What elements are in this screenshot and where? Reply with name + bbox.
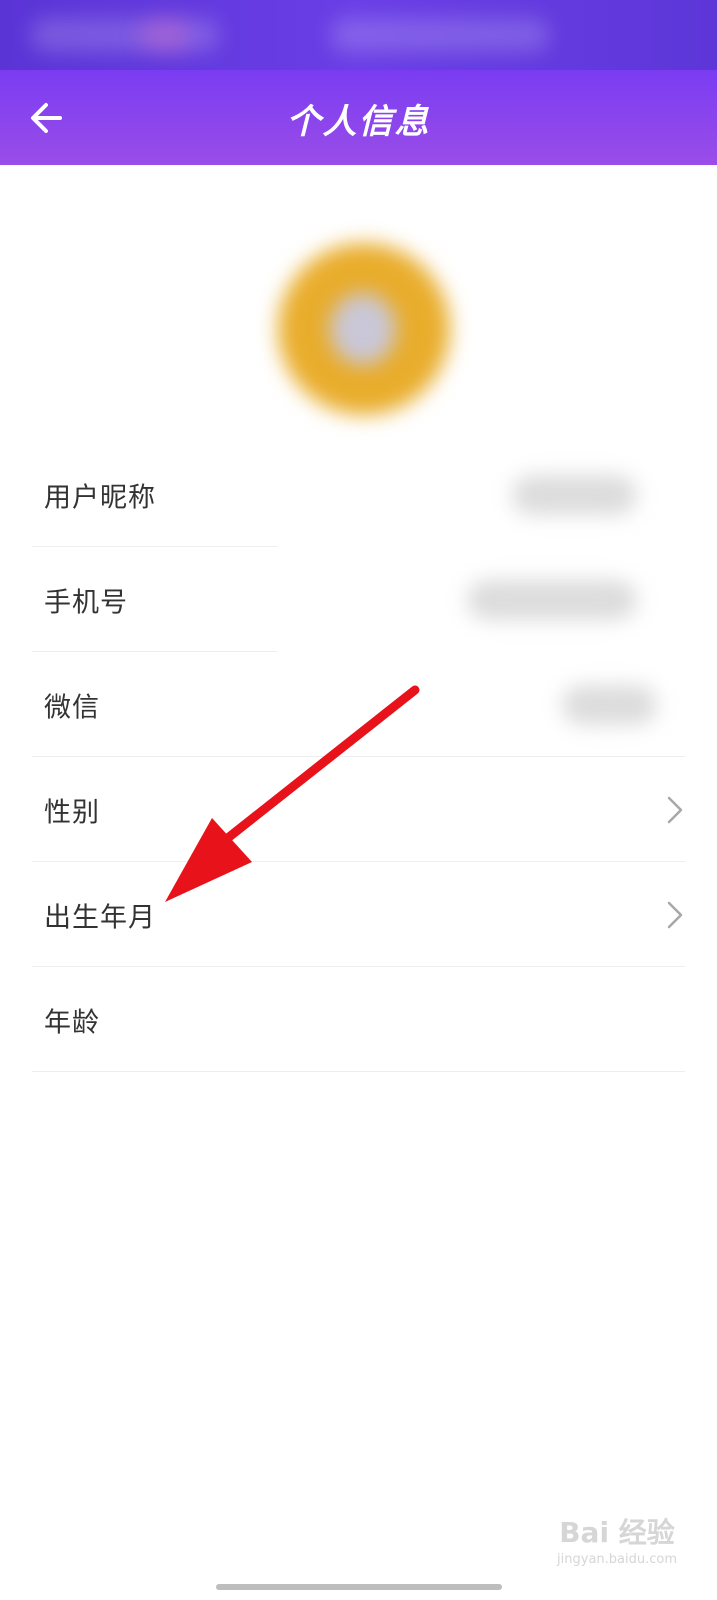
row-nickname[interactable]: 用户昵称 (0, 442, 717, 547)
row-phone[interactable]: 手机号 (0, 547, 717, 652)
avatar-blurred-face (330, 293, 396, 365)
watermark-sub: jingyan.baidu.com (557, 1552, 677, 1567)
watermark-text: Bai 经验 (559, 1516, 675, 1549)
row-birth-month[interactable]: 出生年月 (0, 862, 717, 967)
row-label-gender: 性别 (44, 797, 100, 828)
baidu-jingyan-watermark: Bai 经验 jingyan.baidu.com (557, 1516, 677, 1567)
status-bar-blurred-center (330, 18, 550, 52)
row-label-wechat: 微信 (44, 692, 100, 723)
row-label-birth-month: 出生年月 (44, 902, 156, 933)
row-age[interactable]: 年龄 (0, 967, 717, 1072)
row-label-age: 年龄 (44, 1007, 100, 1038)
chevron-right-icon (667, 796, 683, 823)
row-label-phone: 手机号 (44, 587, 128, 618)
info-list: 用户昵称 手机号 微信 性别 出生年月 年龄 (0, 442, 717, 1072)
row-label-nickname: 用户昵称 (44, 482, 156, 513)
app-header: 个人信息 (0, 70, 717, 165)
status-bar-blurred-accent (140, 18, 190, 52)
row-gender[interactable]: 性别 (0, 757, 717, 862)
phone-value-blurred (467, 579, 637, 620)
row-divider (32, 1071, 685, 1072)
row-wechat[interactable]: 微信 (0, 652, 717, 757)
status-bar (0, 0, 717, 70)
home-indicator[interactable] (216, 1584, 502, 1590)
wechat-value-blurred (562, 684, 657, 725)
chevron-right-icon (667, 901, 683, 928)
personal-info-screen: 个人信息 用户昵称 手机号 微信 性别 出生年月 年龄 Bai 经验 jingy… (0, 0, 717, 1600)
page-title: 个人信息 (286, 102, 431, 142)
avatar[interactable] (278, 243, 450, 415)
nickname-value-blurred (512, 474, 637, 515)
status-bar-blurred-left (30, 18, 220, 52)
